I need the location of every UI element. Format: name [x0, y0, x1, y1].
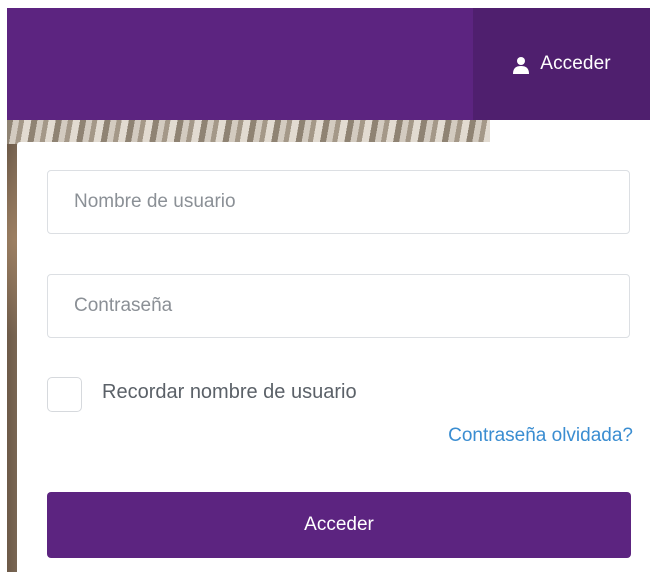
page-edge	[0, 0, 7, 572]
login-submit-button[interactable]: Acceder	[47, 492, 631, 558]
forgot-password-link[interactable]: Contraseña olvidada?	[448, 425, 633, 447]
remember-username-checkbox[interactable]	[47, 377, 82, 412]
top-bar: Acceder	[7, 8, 650, 120]
header-login-button[interactable]: Acceder	[473, 8, 650, 120]
header-login-label: Acceder	[540, 53, 611, 74]
user-icon	[513, 57, 530, 74]
username-input[interactable]	[47, 170, 630, 234]
background-photo-hair	[7, 120, 490, 144]
background-blank	[490, 120, 650, 144]
remember-username-label[interactable]: Recordar nombre de usuario	[102, 381, 357, 404]
password-input[interactable]	[47, 274, 630, 338]
